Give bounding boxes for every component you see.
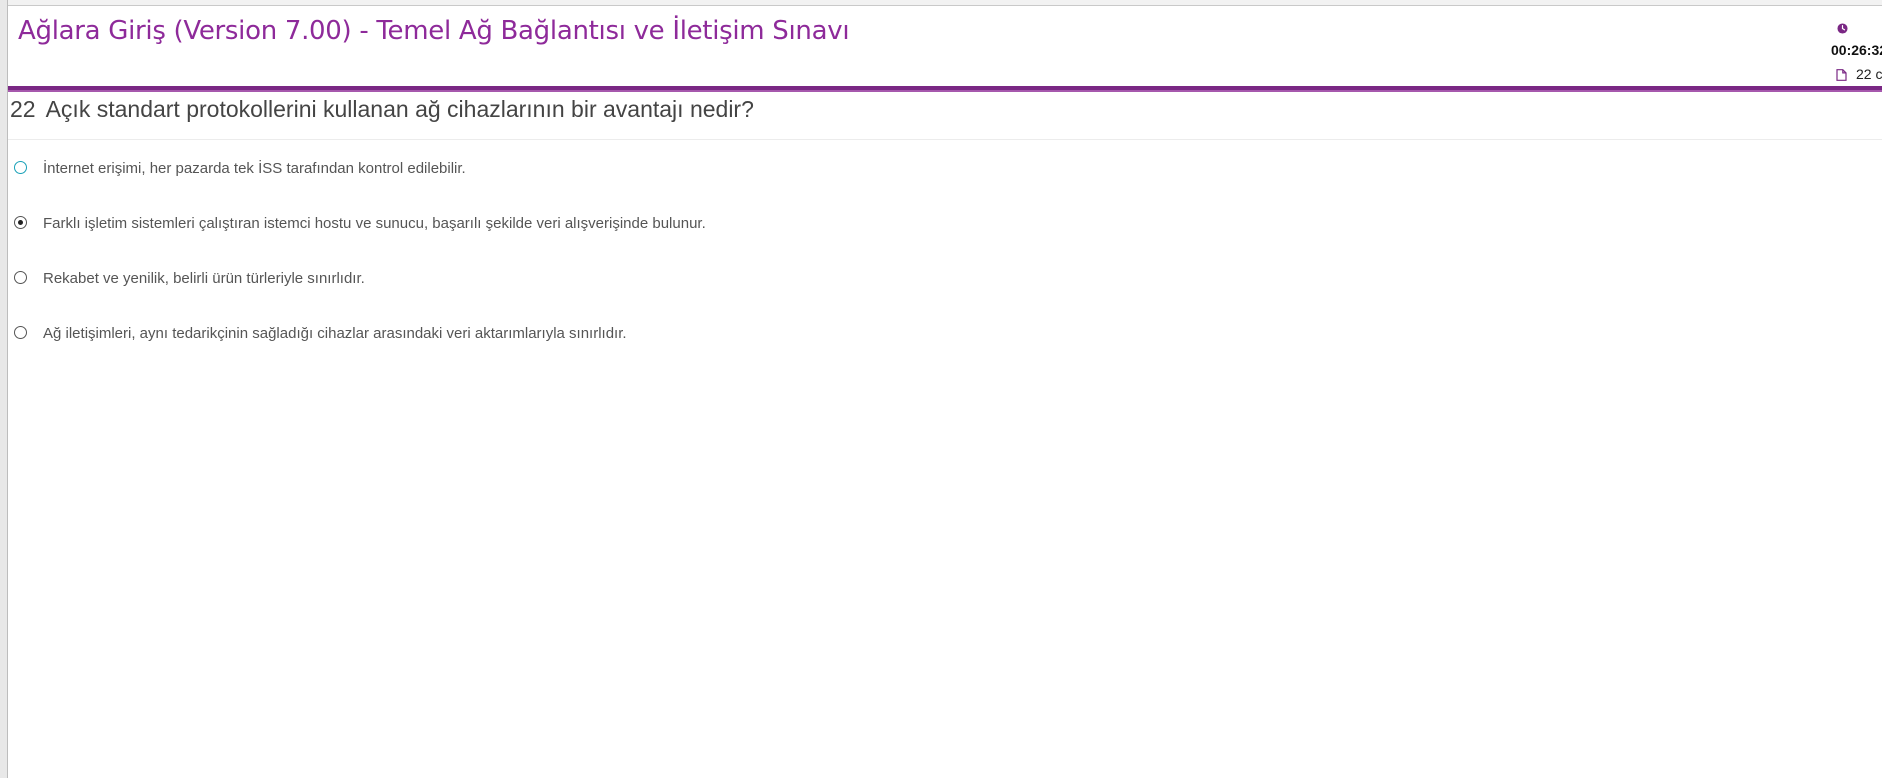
- answer-option-4[interactable]: Ağ iletişimleri, aynı tedarikçinin sağla…: [12, 325, 912, 350]
- exam-timer: 00:26:32: [1831, 42, 1882, 58]
- answer-option-label[interactable]: Rekabet ve yenilik, belirli ürün türleri…: [43, 270, 365, 287]
- answer-option-2[interactable]: Farklı işletim sistemleri çalıştıran ist…: [12, 215, 912, 240]
- radio-button[interactable]: [14, 161, 27, 174]
- radio-button[interactable]: [14, 271, 27, 284]
- radio-button[interactable]: [14, 326, 27, 339]
- radio-button-selected[interactable]: [14, 216, 27, 229]
- question-text: 22 Açık standart protokollerini kullanan …: [10, 96, 754, 123]
- answer-option-1[interactable]: İnternet erişimi, her pazarda tek İSS ta…: [12, 160, 912, 185]
- header-divider-bar: [8, 86, 1882, 92]
- clock-icon: [1837, 23, 1848, 34]
- question-divider: [8, 139, 1882, 140]
- answer-option-label[interactable]: Farklı işletim sistemleri çalıştıran ist…: [43, 215, 706, 232]
- answer-option-label[interactable]: Ağ iletişimleri, aynı tedarikçinin sağla…: [43, 325, 627, 342]
- exam-title: Ağlara Giriş (Version 7.00) - Temel Ağ B…: [18, 16, 850, 46]
- window-left-border: [0, 0, 8, 778]
- question-stem: Açık standart protokollerini kullanan ağ…: [45, 96, 754, 122]
- question-number: 22: [10, 96, 36, 122]
- answer-option-3[interactable]: Rekabet ve yenilik, belirli ürün türleri…: [12, 270, 912, 295]
- answer-option-label[interactable]: İnternet erişimi, her pazarda tek İSS ta…: [43, 160, 466, 177]
- question-count: 22 cf: [1856, 66, 1882, 82]
- exam-header: Ağlara Giriş (Version 7.00) - Temel Ağ B…: [8, 6, 1882, 86]
- document-icon: [1836, 69, 1847, 81]
- exam-window: Ağlara Giriş (Version 7.00) - Temel Ağ B…: [0, 0, 1882, 778]
